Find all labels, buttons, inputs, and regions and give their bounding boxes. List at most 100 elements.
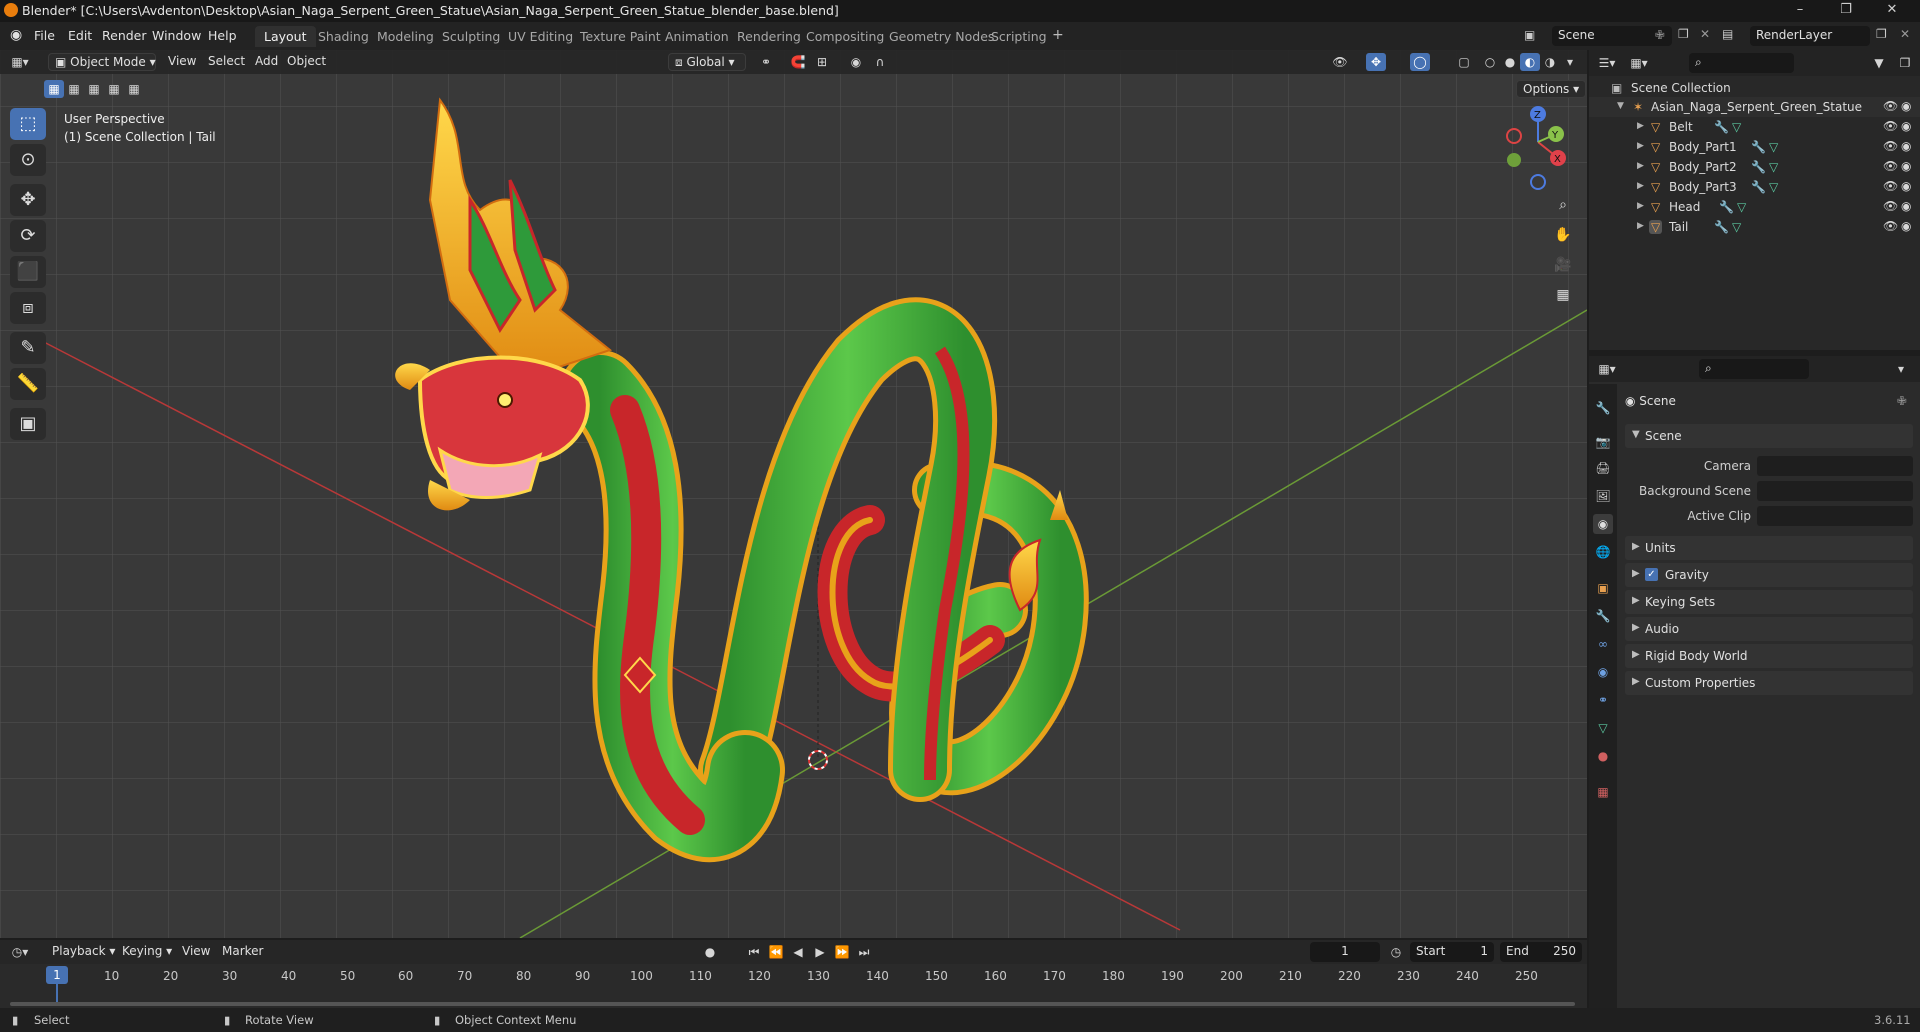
jump-start-icon[interactable]: ⏮: [744, 943, 764, 961]
maximize-icon[interactable]: ❐: [1826, 2, 1866, 20]
menu-keying[interactable]: Keying ▾: [116, 943, 178, 961]
tab-tool-icon[interactable]: 🔧: [1593, 398, 1613, 418]
zoom-icon[interactable]: ⌕: [1550, 192, 1576, 218]
snap-target-icon[interactable]: ⊞: [812, 53, 832, 71]
outliner-row-object-active[interactable]: ▶ ▽ Tail 🔧 ▽ 👁 ◉: [1589, 217, 1920, 237]
eye-icon[interactable]: 👁: [1883, 119, 1898, 133]
display-mode-icon[interactable]: ▦▾: [1629, 54, 1649, 72]
tab-particles-icon[interactable]: ∞: [1593, 634, 1613, 654]
add-cube-tool[interactable]: ▣: [10, 408, 46, 440]
end-frame-field[interactable]: End 250: [1500, 942, 1582, 962]
object-mode-dropdown[interactable]: ▣ Object Mode ▾: [48, 53, 156, 71]
tab-texture-paint[interactable]: Texture Paint: [571, 26, 670, 47]
tab-material-icon[interactable]: ●: [1593, 746, 1613, 766]
menu-view[interactable]: View: [162, 53, 202, 71]
jump-keyframe-forward-icon[interactable]: ⏩: [832, 943, 852, 961]
camera-render-icon[interactable]: ◉: [1901, 119, 1911, 133]
tab-modifiers-icon[interactable]: 🔧: [1593, 606, 1613, 626]
xray-icon[interactable]: ▢: [1454, 53, 1474, 71]
outliner-row-object[interactable]: ▶ ▽ Body_Part2 🔧 ▽ 👁 ◉: [1589, 157, 1920, 177]
new-collection-icon[interactable]: ❐: [1895, 54, 1915, 72]
menu-object[interactable]: Object: [281, 53, 332, 71]
cursor-tool[interactable]: ⊙: [10, 144, 46, 176]
background-scene-field[interactable]: [1757, 481, 1913, 501]
tab-view-layer-icon[interactable]: 🖼: [1593, 486, 1613, 506]
proportional-edit-icon[interactable]: ◉: [846, 53, 866, 71]
audio-panel[interactable]: ▶ Audio: [1625, 617, 1913, 641]
falloff-icon[interactable]: ∩: [870, 53, 890, 71]
pivot-point-icon[interactable]: ⚭: [756, 53, 776, 71]
minimize-icon[interactable]: –: [1780, 2, 1820, 20]
outliner-row-object[interactable]: ▶ ▽ Head 🔧 ▽ 👁 ◉: [1589, 197, 1920, 217]
rendered-shading-icon[interactable]: ◑: [1540, 53, 1560, 71]
tab-compositing[interactable]: Compositing: [797, 26, 893, 47]
properties-search-input[interactable]: ⌕: [1699, 359, 1809, 379]
overlay-toggle-icon[interactable]: ◯: [1410, 53, 1430, 71]
custom-properties-panel[interactable]: ▶ Custom Properties: [1625, 671, 1913, 695]
outliner-row-object[interactable]: ▶ ▽ Body_Part3 🔧 ▽ 👁 ◉: [1589, 177, 1920, 197]
outliner-row-object[interactable]: ▶ ▽ Body_Part1 🔧 ▽ 👁 ◉: [1589, 137, 1920, 157]
expand-collection-icon[interactable]: ▼: [1617, 101, 1624, 111]
play-reverse-icon[interactable]: ◀: [788, 943, 808, 961]
outliner-row-object[interactable]: ▶ ▽ Belt 🔧 ▽ 👁 ◉: [1589, 117, 1920, 137]
expand-object-icon[interactable]: ▶: [1637, 121, 1644, 131]
render-layer-field[interactable]: RenderLayer: [1750, 26, 1870, 46]
eye-icon[interactable]: 👁: [1883, 219, 1898, 233]
tab-physics-icon[interactable]: ◉: [1593, 662, 1613, 682]
jump-keyframe-back-icon[interactable]: ⏪: [766, 943, 786, 961]
expand-object-icon[interactable]: ▶: [1637, 141, 1644, 151]
expand-object-icon[interactable]: ▶: [1637, 161, 1644, 171]
outliner-search-input[interactable]: ⌕: [1689, 53, 1794, 73]
camera-render-icon[interactable]: ◉: [1901, 199, 1911, 213]
editor-type-icon[interactable]: ▦▾: [10, 53, 30, 71]
eye-icon[interactable]: 👁: [1883, 159, 1898, 173]
filter-icon[interactable]: ▼: [1869, 54, 1889, 72]
tab-world-icon[interactable]: 🌐: [1593, 542, 1613, 562]
tab-render-icon[interactable]: 📷: [1593, 432, 1613, 452]
outliner-row-scene-collection[interactable]: ▣ Scene Collection: [1589, 78, 1920, 98]
menu-edit[interactable]: Edit: [68, 28, 92, 43]
scene-panel-header[interactable]: ▼ Scene: [1625, 424, 1913, 448]
menu-select[interactable]: Select: [202, 53, 251, 71]
menu-playback[interactable]: Playback ▾: [46, 943, 121, 961]
snap-icon[interactable]: 🧲: [788, 53, 808, 71]
tab-animation[interactable]: Animation: [656, 26, 738, 47]
timeline-editor-icon[interactable]: ◷▾: [10, 943, 30, 961]
camera-render-icon[interactable]: ◉: [1901, 219, 1911, 233]
solid-shading-icon[interactable]: ●: [1500, 53, 1520, 71]
menu-render[interactable]: Render: [102, 28, 147, 43]
current-frame-marker[interactable]: 1: [46, 966, 68, 984]
select-box-tool[interactable]: ⬚: [10, 108, 46, 140]
menu-timeline-view[interactable]: View: [176, 943, 216, 961]
tab-scripting[interactable]: Scripting: [982, 26, 1056, 47]
select-new-icon[interactable]: ▦: [44, 80, 64, 98]
camera-render-icon[interactable]: ◉: [1901, 179, 1911, 193]
scale-tool[interactable]: ⬛: [10, 256, 46, 288]
new-layer-icon[interactable]: ❐: [1876, 27, 1887, 41]
tab-layout[interactable]: Layout: [255, 26, 316, 47]
active-clip-field[interactable]: [1757, 506, 1913, 526]
play-icon[interactable]: ▶: [810, 943, 830, 961]
camera-view-icon[interactable]: 🎥: [1550, 252, 1576, 278]
camera-field[interactable]: [1757, 456, 1913, 476]
pin-icon[interactable]: ✙: [1897, 394, 1907, 408]
view-layer-icon[interactable]: ▤: [1722, 27, 1733, 41]
add-workspace-icon[interactable]: +: [1052, 27, 1064, 43]
expand-object-icon[interactable]: ▶: [1637, 181, 1644, 191]
gravity-panel[interactable]: ▶ ✓ Gravity: [1625, 563, 1913, 587]
wireframe-shading-icon[interactable]: ○: [1480, 53, 1500, 71]
outliner-row-collection[interactable]: ▼ ✶ Asian_Naga_Serpent_Green_Statue 👁 ◉: [1589, 97, 1920, 117]
tab-modeling[interactable]: Modeling: [368, 26, 443, 47]
eye-icon[interactable]: 👁: [1883, 199, 1898, 213]
delete-layer-icon[interactable]: ✕: [1900, 27, 1910, 41]
start-frame-field[interactable]: Start 1: [1410, 942, 1494, 962]
material-shading-icon[interactable]: ◐: [1520, 53, 1540, 71]
eye-icon[interactable]: 👁: [1883, 179, 1898, 193]
units-panel[interactable]: ▶ Units: [1625, 536, 1913, 560]
visibility-icon[interactable]: 👁: [1330, 53, 1350, 71]
scene-name-field[interactable]: Scene: [1552, 26, 1672, 46]
rigid-body-world-panel[interactable]: ▶ Rigid Body World: [1625, 644, 1913, 668]
tab-sculpting[interactable]: Sculpting: [433, 26, 509, 47]
record-icon[interactable]: ●: [700, 943, 720, 961]
rotate-tool[interactable]: ⟳: [10, 220, 46, 252]
